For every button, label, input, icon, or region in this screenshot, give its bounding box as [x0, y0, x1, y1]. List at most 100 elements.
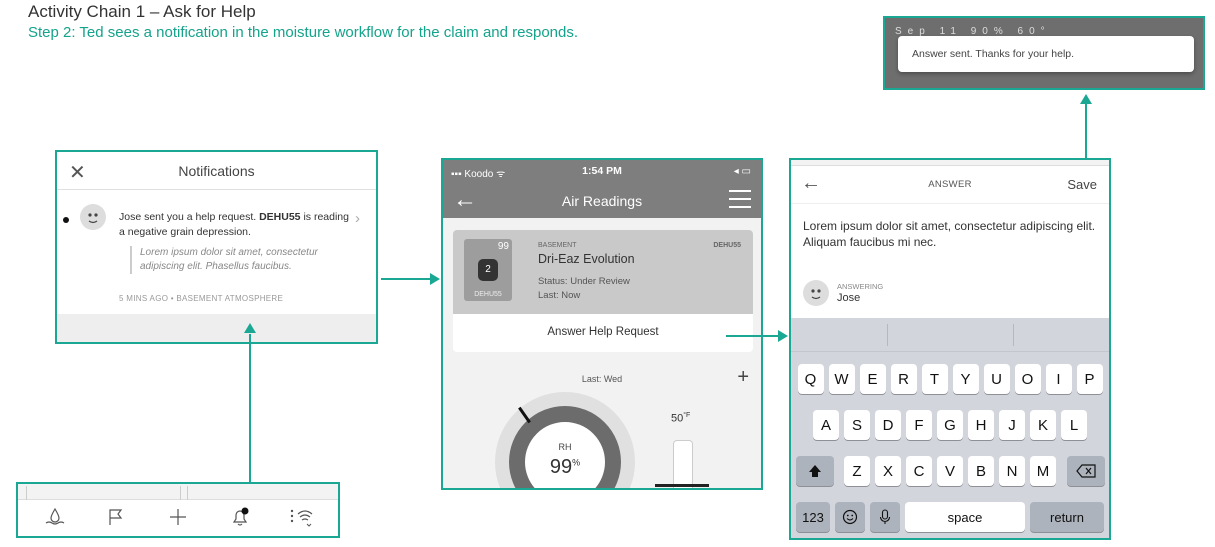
- backspace-icon: [1075, 464, 1096, 478]
- key[interactable]: O: [1014, 364, 1041, 394]
- toast-message-box: Answer sent. Thanks for your help.: [898, 36, 1194, 72]
- key[interactable]: H: [968, 410, 994, 440]
- key[interactable]: Y: [952, 364, 979, 394]
- key[interactable]: T: [921, 364, 948, 394]
- badge-number: 99: [497, 241, 509, 252]
- notifications-header: ✕ Notifications: [57, 152, 376, 190]
- key[interactable]: D: [875, 410, 901, 440]
- status-bar: ▪▪▪ Koodo ᯤ 1:54 PM ◂ ▭: [443, 160, 761, 184]
- answering-label: ANSWERING: [837, 282, 884, 291]
- notification-message: Jose sent you a help request. DEHU55 is …: [119, 210, 351, 240]
- key[interactable]: P: [1076, 364, 1103, 394]
- answer-title: ANSWER: [928, 179, 972, 190]
- hamburger-menu-icon[interactable]: [729, 190, 751, 214]
- device-code: DEHU55: [713, 242, 741, 249]
- rh-label: RH: [558, 442, 572, 452]
- device-card[interactable]: 99 2 DEHU55 BASEMENT Dri-Eaz Evolution D…: [453, 230, 753, 352]
- save-button[interactable]: Save: [1067, 177, 1097, 192]
- thermometer-slider[interactable]: [655, 484, 709, 487]
- device-label: DEHU55: [474, 291, 502, 298]
- temperature-value: 50°F: [671, 412, 690, 425]
- moisture-icon[interactable]: [40, 507, 70, 532]
- answer-text-input[interactable]: Lorem ipsum dolor sit amet, consectetur …: [803, 218, 1103, 250]
- device-card-header: 99 2 DEHU55 BASEMENT Dri-Eaz Evolution D…: [453, 230, 753, 314]
- keyboard-row-4: 123 space return: [791, 502, 1109, 532]
- key[interactable]: X: [875, 456, 901, 486]
- flag-icon[interactable]: [101, 507, 131, 532]
- answer-navbar: ← ANSWER Save: [791, 166, 1109, 204]
- key[interactable]: F: [906, 410, 932, 440]
- arrow-up-icon: [244, 323, 256, 333]
- notification-quote: Lorem ipsum dolor sit amet, consectetur …: [130, 246, 348, 274]
- rh-value: 99%: [509, 456, 621, 479]
- key[interactable]: B: [968, 456, 994, 486]
- air-readings-title: Air Readings: [561, 193, 643, 209]
- space-key[interactable]: space: [905, 502, 1025, 532]
- key[interactable]: V: [937, 456, 963, 486]
- key[interactable]: N: [999, 456, 1025, 486]
- key[interactable]: L: [1061, 410, 1087, 440]
- tab-icons: [18, 500, 338, 536]
- connector-line: [726, 335, 778, 337]
- numbers-key[interactable]: 123: [796, 502, 830, 532]
- step-description: Step 2: Ted sees a notification in the m…: [28, 24, 579, 41]
- wifi-sensor-icon[interactable]: [286, 506, 316, 533]
- key[interactable]: Q: [797, 364, 824, 394]
- notifications-footer: [57, 314, 376, 342]
- page-title: Activity Chain 1 – Ask for Help: [28, 2, 256, 21]
- rh-number: 99: [549, 456, 573, 478]
- dehumidifier-icon: 2: [478, 259, 498, 281]
- bell-icon[interactable]: [225, 506, 255, 533]
- key[interactable]: U: [983, 364, 1010, 394]
- keyboard: Q W E R T Y U O I P A S D F G H J K L Z: [791, 318, 1109, 538]
- emoji-key[interactable]: [835, 502, 865, 532]
- notification-meta: 5 MINS AGO • BASEMENT ATMOSPHERE: [119, 294, 284, 303]
- avatar: [80, 204, 106, 230]
- suggestion-divider: [1013, 324, 1014, 346]
- keyboard-row-3: Z X C V B N M: [791, 456, 1109, 486]
- answer-screen: ← ANSWER Save Lorem ipsum dolor sit amet…: [789, 158, 1111, 540]
- key[interactable]: C: [906, 456, 932, 486]
- temperature-unit: °F: [683, 412, 691, 419]
- strip-divider: [26, 486, 27, 500]
- add-reading-button[interactable]: +: [737, 366, 749, 389]
- plus-icon[interactable]: [163, 507, 193, 532]
- key[interactable]: A: [813, 410, 839, 440]
- device-location: BASEMENT: [538, 242, 577, 249]
- microphone-icon: [879, 509, 891, 524]
- key[interactable]: R: [890, 364, 917, 394]
- key[interactable]: E: [859, 364, 886, 394]
- connector-line: [249, 334, 251, 482]
- shift-key[interactable]: [795, 456, 834, 486]
- notification-item[interactable]: Jose sent you a help request. DEHU55 is …: [57, 190, 376, 310]
- key[interactable]: W: [828, 364, 855, 394]
- answer-help-request-button[interactable]: Answer Help Request: [453, 326, 753, 338]
- key[interactable]: S: [844, 410, 870, 440]
- avatar-face-icon: [88, 213, 98, 224]
- key[interactable]: Z: [844, 456, 870, 486]
- rh-unit: %: [572, 457, 581, 468]
- device-status: Status: Under Review: [538, 276, 630, 287]
- strip-divider: [180, 486, 188, 500]
- key[interactable]: G: [937, 410, 963, 440]
- notification-code: DEHU55: [259, 211, 301, 223]
- key[interactable]: M: [1030, 456, 1056, 486]
- keyboard-row-1: Q W E R T Y U O I P: [791, 364, 1109, 394]
- key[interactable]: J: [999, 410, 1025, 440]
- air-readings-screen: ▪▪▪ Koodo ᯤ 1:54 PM ◂ ▭ ← Air Readings 9…: [441, 158, 763, 490]
- arrow-right-icon: [430, 273, 440, 285]
- backspace-key[interactable]: [1066, 456, 1105, 486]
- avatar-face-icon: [811, 289, 821, 300]
- last-reading-label: Last: Wed: [581, 374, 623, 384]
- thermometer: [673, 440, 693, 488]
- keyboard-row-2: A S D F G H J K L: [791, 410, 1109, 440]
- microphone-key[interactable]: [870, 502, 900, 532]
- key[interactable]: K: [1030, 410, 1056, 440]
- device-badge: 99 2 DEHU55: [464, 239, 512, 301]
- notifications-panel: ✕ Notifications Jose sent you a help req…: [55, 150, 378, 344]
- arrow-up-icon: [1080, 94, 1092, 104]
- temperature-number: 50: [671, 412, 684, 425]
- sent-confirmation-screen: Sep 11 90% 60° Answer sent. Thanks for y…: [883, 16, 1205, 90]
- return-key[interactable]: return: [1030, 502, 1104, 532]
- key[interactable]: I: [1045, 364, 1072, 394]
